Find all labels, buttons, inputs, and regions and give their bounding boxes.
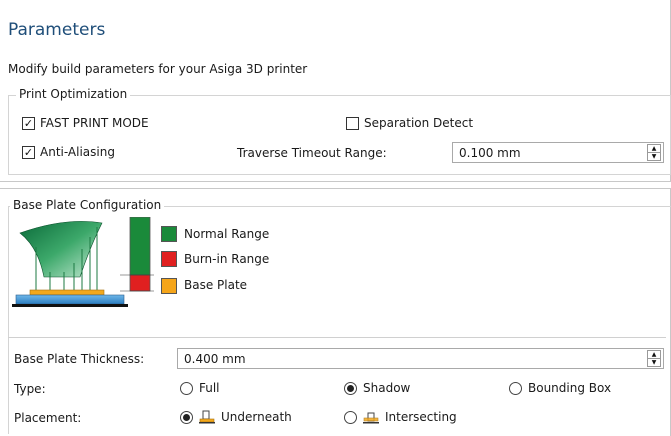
separation-detect-box xyxy=(346,116,359,130)
anti-aliasing-check-icon: ✓ xyxy=(22,145,35,159)
traverse-timeout-spin-buttons[interactable]: ▲ ▼ xyxy=(647,144,661,161)
base-plate-panel: Base Plate Configuration Normal Range Bu… xyxy=(0,188,671,436)
type-shadow-label: Shadow xyxy=(363,381,411,395)
separation-detect-label: Separation Detect xyxy=(364,116,474,130)
placement-underneath-label: Underneath xyxy=(221,410,292,424)
radio-selected-dot xyxy=(183,413,190,421)
traverse-timeout-value[interactable]: 0.100 mm xyxy=(453,146,647,160)
type-full-circle xyxy=(180,381,193,395)
underneath-icon xyxy=(199,410,215,424)
type-shadow-radio[interactable]: Shadow xyxy=(344,381,410,395)
type-full-label: Full xyxy=(199,381,220,395)
fast-print-mode-check-icon: ✓ xyxy=(22,116,35,130)
type-bounding-box-circle xyxy=(509,381,522,395)
intersecting-icon xyxy=(363,412,379,424)
traverse-timeout-label: Traverse Timeout Range: xyxy=(237,146,387,160)
base-plate-thickness-spinbox[interactable]: 0.400 mm ▲ ▼ xyxy=(177,348,664,369)
spin-up-icon[interactable]: ▲ xyxy=(648,145,660,152)
traverse-timeout-spinbox[interactable]: 0.100 mm ▲ ▼ xyxy=(452,142,664,163)
base-plate-config-legend: Base Plate Configuration xyxy=(10,198,165,212)
type-label: Type: xyxy=(14,382,46,396)
fast-print-mode-label: FAST PRINT MODE xyxy=(40,116,149,130)
anti-aliasing-checkbox[interactable]: ✓ Anti-Aliasing xyxy=(22,145,115,159)
placement-intersecting-circle xyxy=(344,410,357,424)
type-full-radio[interactable]: Full xyxy=(180,381,220,395)
base-plate-label: Base Plate xyxy=(184,278,248,292)
normal-range-swatch xyxy=(161,226,177,242)
placement-label: Placement: xyxy=(14,411,82,425)
placement-intersecting-radio[interactable]: Intersecting xyxy=(344,410,457,424)
print-optimization-group xyxy=(8,95,671,175)
parameters-panel: Parameters Modify build parameters for y… xyxy=(0,0,671,182)
base-plate-thickness-label: Base Plate Thickness: xyxy=(14,352,145,366)
burn-in-range-label: Burn-in Range xyxy=(184,252,270,266)
spin-down-icon[interactable]: ▼ xyxy=(648,152,660,160)
type-shadow-circle xyxy=(344,381,357,395)
thickness-spin-buttons[interactable]: ▲ ▼ xyxy=(647,350,661,367)
type-bounding-box-radio[interactable]: Bounding Box xyxy=(509,381,611,395)
base-plate-diagram xyxy=(12,217,154,307)
separation-detect-checkbox[interactable]: Separation Detect xyxy=(346,116,473,130)
print-optimization-legend: Print Optimization xyxy=(16,87,131,101)
page-subtitle: Modify build parameters for your Asiga 3… xyxy=(8,62,308,76)
fast-print-mode-checkbox[interactable]: ✓ FAST PRINT MODE xyxy=(22,116,149,130)
radio-selected-dot xyxy=(347,384,354,392)
placement-underneath-radio[interactable]: Underneath xyxy=(180,410,292,424)
spin-up-icon[interactable]: ▲ xyxy=(648,351,660,358)
base-plate-swatch xyxy=(161,278,177,294)
page-title: Parameters xyxy=(8,20,106,40)
separator xyxy=(8,337,666,338)
anti-aliasing-label: Anti-Aliasing xyxy=(40,145,115,159)
burn-in-range-swatch xyxy=(161,251,177,267)
base-plate-thickness-value[interactable]: 0.400 mm xyxy=(178,352,647,366)
placement-intersecting-label: Intersecting xyxy=(385,410,457,424)
placement-underneath-circle xyxy=(180,410,193,424)
type-bounding-box-label: Bounding Box xyxy=(528,381,612,395)
normal-range-label: Normal Range xyxy=(184,227,270,241)
spin-down-icon[interactable]: ▼ xyxy=(648,358,660,366)
